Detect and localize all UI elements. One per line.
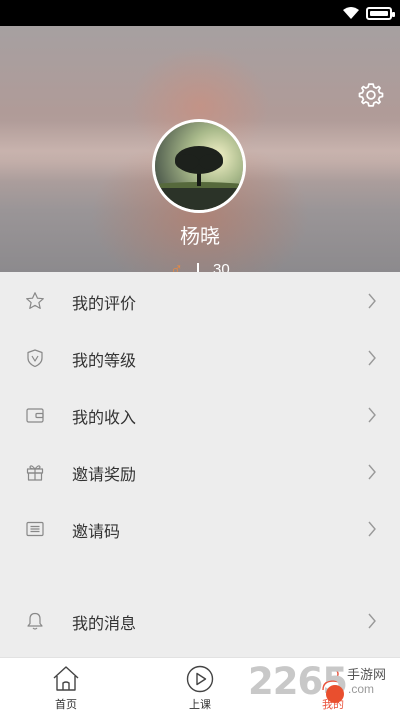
tab-class[interactable]: 上课: [160, 658, 240, 711]
chevron-right-icon: [368, 613, 376, 629]
status-bar: [0, 0, 400, 26]
menu-label: 邀请奖励: [72, 467, 137, 484]
chevron-right-icon: [368, 407, 376, 423]
profile-header: 杨晓 ♂ 30: [0, 26, 400, 272]
gift-icon: [26, 465, 44, 481]
menu-item-income[interactable]: 我的收入: [0, 386, 400, 443]
chevron-right-icon: [368, 464, 376, 480]
user-icon: [322, 668, 344, 691]
menu-item-messages[interactable]: 我的消息: [0, 592, 400, 649]
user-meta: ♂ 30: [0, 260, 400, 272]
tab-label: 首页: [55, 699, 77, 711]
menu-label: 我的评价: [72, 296, 137, 313]
menu-label: 我的消息: [72, 616, 137, 633]
tab-home[interactable]: 首页: [26, 658, 106, 711]
code-card-icon: [26, 521, 44, 537]
menu-label: 邀请码: [72, 524, 121, 541]
shield-icon: [27, 349, 43, 368]
battery-icon: [366, 7, 395, 20]
play-circle-icon: [186, 665, 214, 693]
menu-item-reviews[interactable]: 我的评价: [0, 272, 400, 329]
tree-avatar-image: [155, 122, 243, 210]
menu-item-invite-rewards[interactable]: 邀请奖励: [0, 443, 400, 500]
menu-label: 我的等级: [72, 353, 137, 370]
menu-label: 我的收入: [72, 410, 137, 427]
chevron-right-icon: [368, 350, 376, 366]
user-name: 杨晓: [180, 226, 220, 248]
male-gender-icon: ♂: [170, 260, 184, 272]
tab-label: 我的: [322, 699, 344, 711]
menu-item-invite-code[interactable]: 邀请码: [0, 500, 400, 557]
meta-divider: [197, 262, 200, 272]
user-age: 30: [213, 261, 230, 272]
settings-gear-icon[interactable]: [358, 82, 384, 108]
chevron-right-icon: [368, 293, 376, 309]
tab-label: 上课: [189, 699, 211, 711]
bottom-tab-bar: 首页 上课 我的: [0, 657, 400, 711]
home-icon: [53, 666, 79, 691]
tab-mine[interactable]: 我的: [293, 658, 373, 711]
wallet-icon: [26, 408, 44, 423]
chevron-right-icon: [368, 521, 376, 537]
wifi-icon: [343, 7, 359, 19]
avatar[interactable]: [152, 119, 246, 213]
bell-icon: [27, 612, 43, 630]
menu-item-level[interactable]: 我的等级: [0, 329, 400, 386]
star-icon: [26, 292, 44, 309]
